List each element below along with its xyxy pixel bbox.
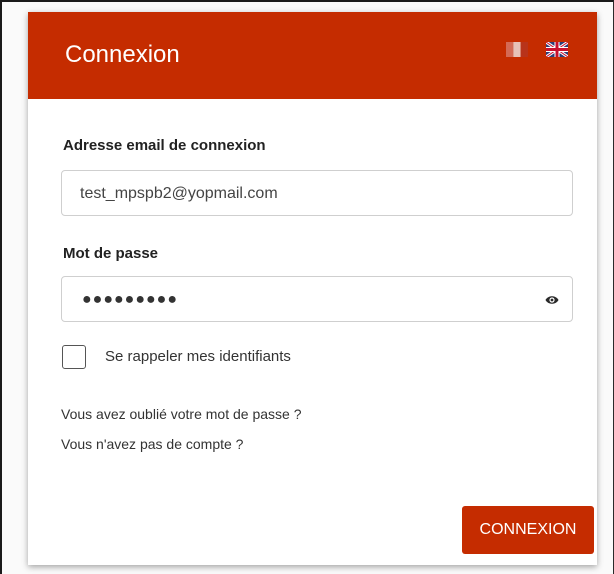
uk-flag-icon[interactable] (546, 42, 568, 57)
email-label: Adresse email de connexion (63, 137, 266, 154)
forgot-password-link[interactable]: Vous avez oublié votre mot de passe ? (61, 405, 301, 423)
login-header: Connexion (28, 12, 597, 99)
no-account-link[interactable]: Vous n'avez pas de compte ? (61, 435, 243, 453)
email-field[interactable]: test_mpspb2@yopmail.com (61, 170, 573, 216)
password-value: ●●●●●●●●● (82, 291, 178, 308)
eye-icon[interactable] (545, 294, 559, 306)
remember-label: Se rappeler mes identifiants (105, 348, 291, 365)
login-card: Connexion Adresse email de connexion tes… (28, 12, 597, 565)
window-frame: Connexion Adresse email de connexion tes… (0, 0, 614, 574)
password-label: Mot de passe (63, 245, 159, 262)
email-value: test_mpspb2@yopmail.com (80, 185, 278, 202)
connexion-button[interactable]: CONNEXION (462, 506, 594, 554)
remember-checkbox[interactable] (62, 345, 86, 369)
french-flag-icon[interactable] (506, 42, 528, 57)
header-title: Connexion (65, 41, 180, 68)
password-field[interactable]: ●●●●●●●●● (61, 276, 573, 322)
